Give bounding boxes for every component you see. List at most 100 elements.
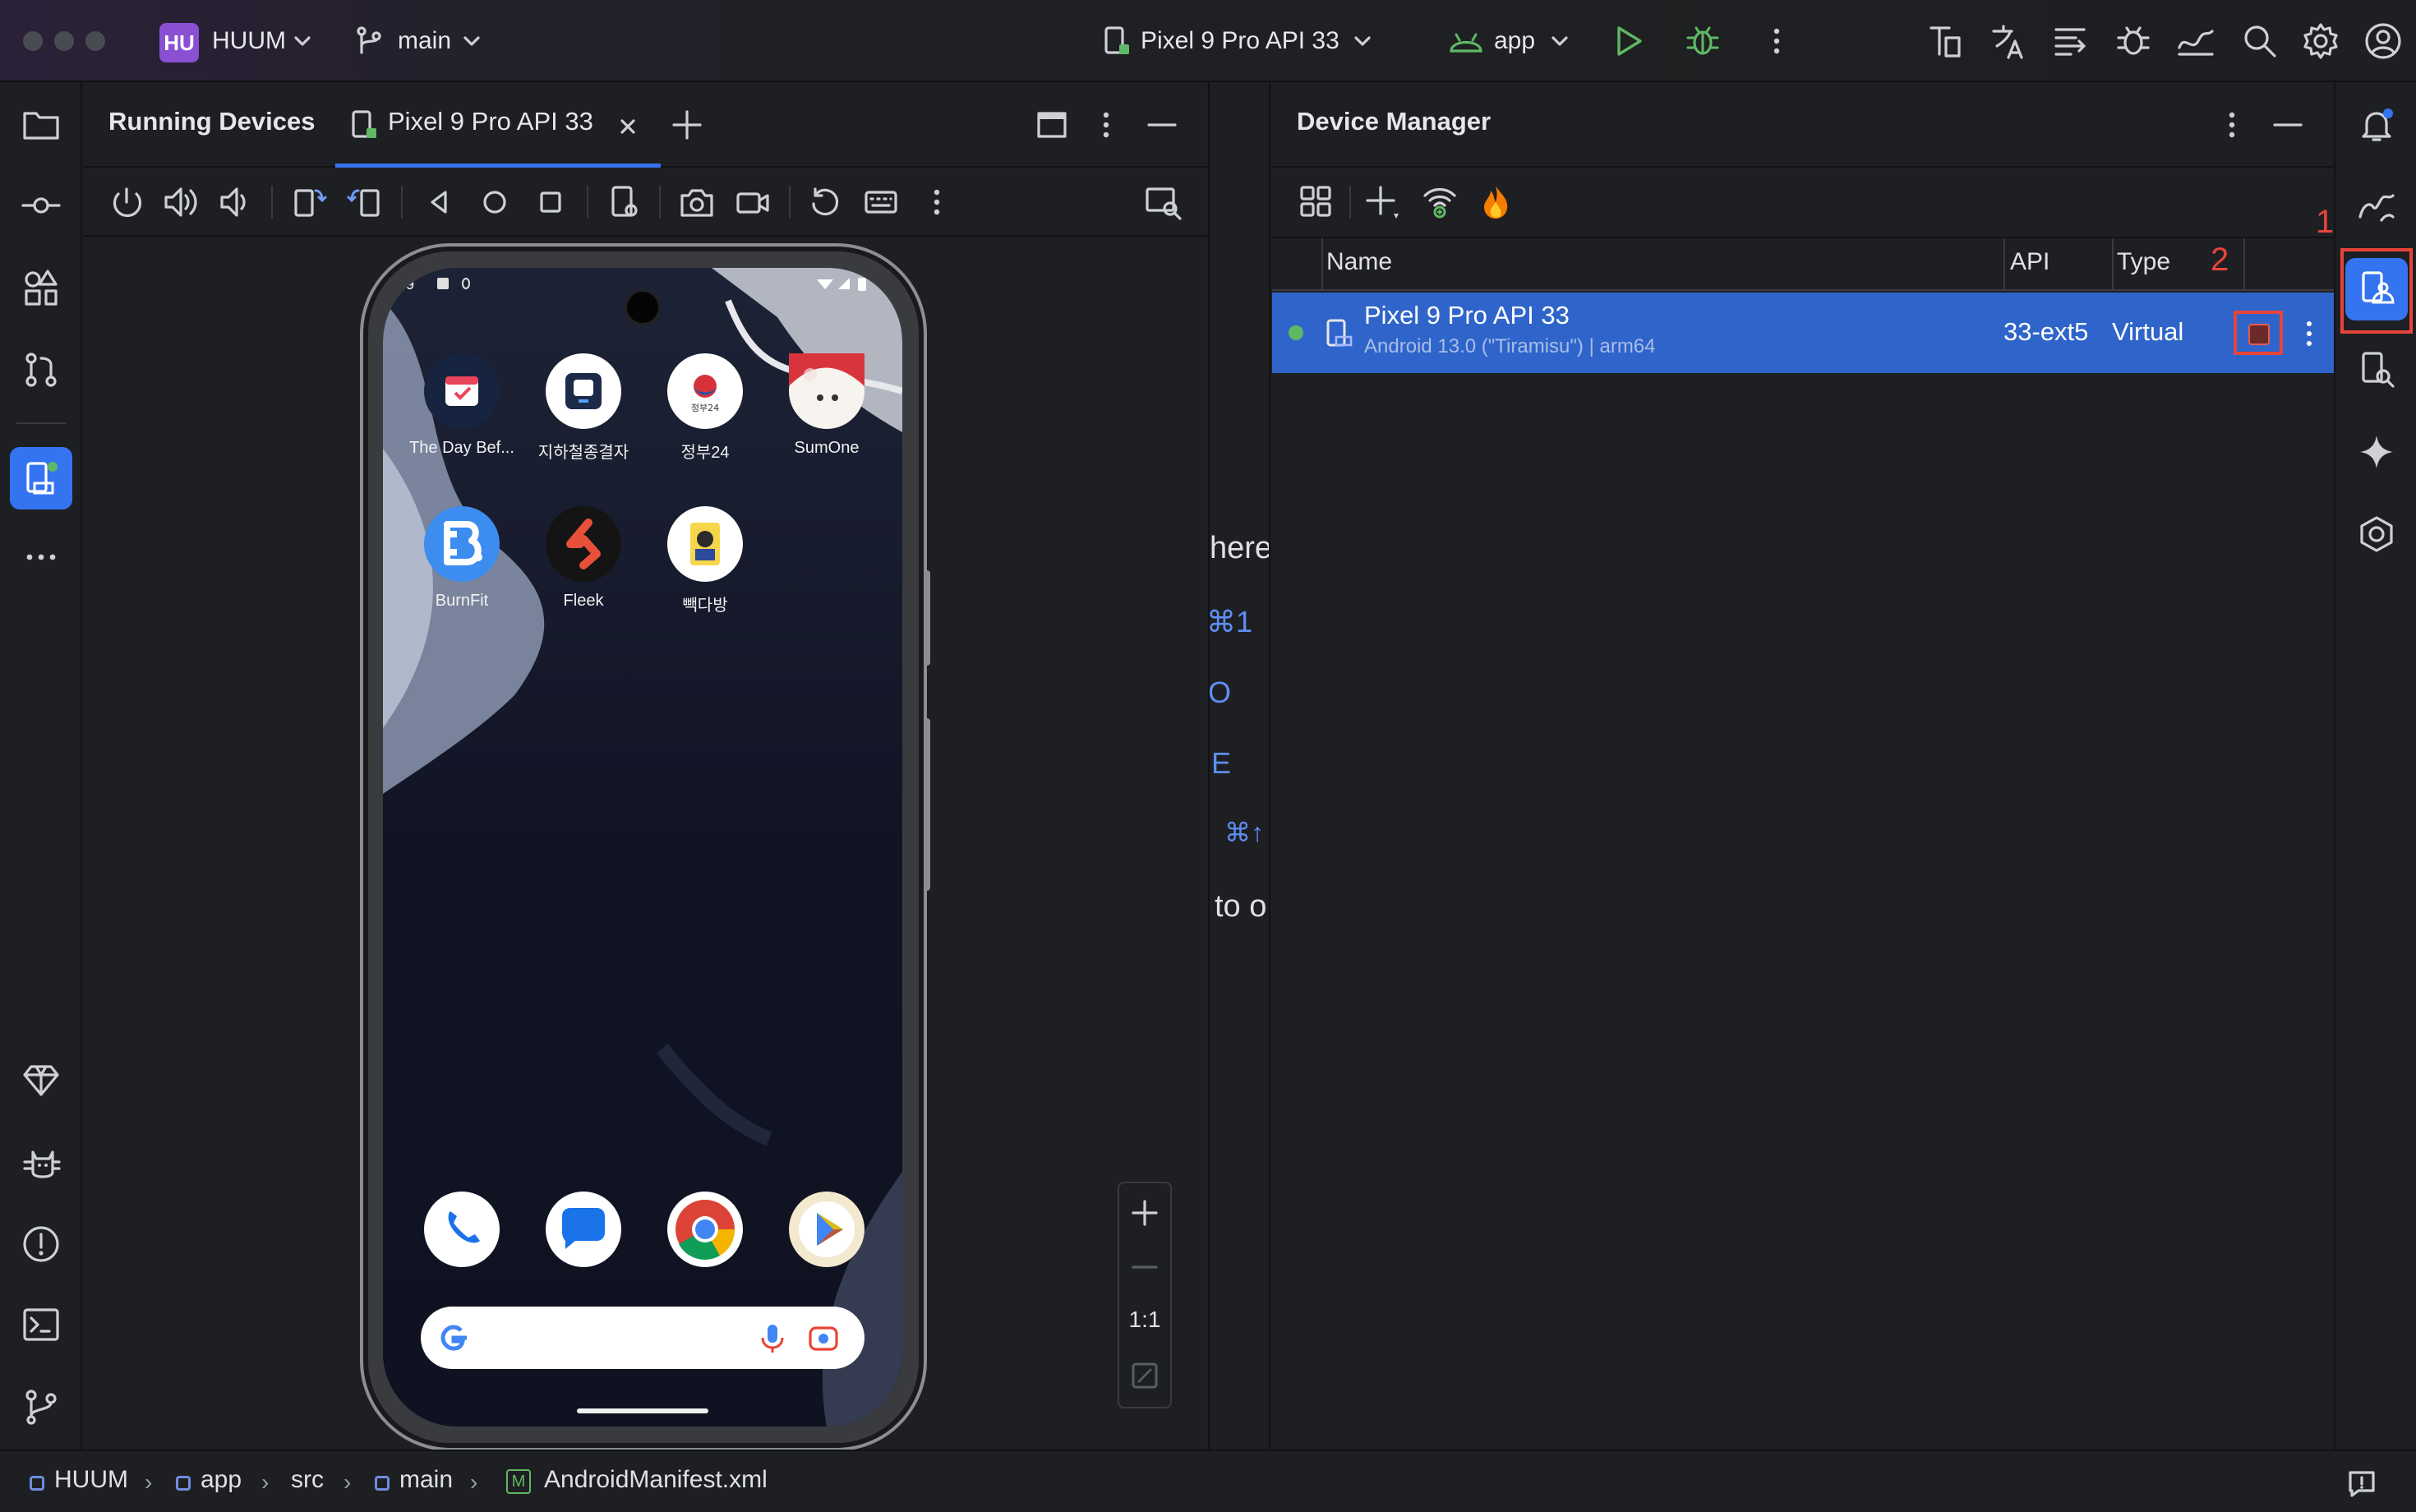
phone-volume-button[interactable] (924, 718, 930, 891)
volume-up-icon[interactable] (161, 182, 201, 222)
rotate-right-icon[interactable] (345, 182, 385, 222)
problems-icon[interactable] (21, 1224, 61, 1264)
window-zoom-button[interactable] (85, 31, 105, 51)
overview-icon[interactable] (531, 182, 570, 222)
back-icon[interactable] (419, 182, 459, 222)
git-icon[interactable] (21, 1387, 61, 1427)
branch-name[interactable]: main (398, 25, 451, 58)
search-icon[interactable] (2240, 21, 2280, 61)
gemini-sparkle-icon[interactable] (2357, 432, 2396, 472)
zoom-actual-size[interactable]: 1:1 (1119, 1307, 1170, 1333)
record-video-icon[interactable] (733, 182, 772, 222)
terminal-icon[interactable] (21, 1305, 61, 1344)
play-store-app-icon[interactable] (789, 1192, 865, 1267)
breadcrumb-item[interactable]: HUUM (54, 1466, 128, 1494)
device-settings-icon[interactable] (605, 182, 644, 222)
fleek-app-icon[interactable] (546, 506, 621, 582)
pair-wifi-icon[interactable] (1420, 182, 1459, 222)
more-vertical-icon[interactable] (917, 182, 957, 222)
screenshot-camera-icon[interactable] (677, 182, 717, 222)
microphone-icon[interactable] (756, 1321, 789, 1354)
more-horizontal-icon[interactable] (21, 537, 61, 577)
window-search-icon[interactable] (1144, 182, 1183, 222)
feedback-icon[interactable] (2345, 1468, 2378, 1500)
resource-manager-icon[interactable] (21, 268, 61, 307)
notifications-bell-icon[interactable] (2357, 105, 2396, 145)
column-header-api[interactable]: API (2010, 248, 2049, 276)
home-indicator[interactable] (577, 1408, 708, 1413)
breadcrumb-item[interactable]: src (291, 1466, 324, 1494)
app-quality-insights-icon[interactable] (2357, 187, 2396, 227)
breadcrumb-item[interactable]: main (399, 1466, 453, 1494)
profiler-icon[interactable] (2176, 21, 2215, 61)
add-device-icon[interactable] (1362, 182, 1402, 222)
sumone-app-icon[interactable] (789, 353, 865, 429)
device-manager-tool-button[interactable] (2345, 258, 2408, 320)
running-devices-tool-button[interactable] (10, 447, 72, 509)
app-label: 지하철종결자 (537, 444, 629, 462)
more-vertical-icon[interactable] (1759, 23, 1795, 59)
breadcrumb-item[interactable]: AndroidManifest.xml (544, 1466, 768, 1494)
rotate-left-icon[interactable] (289, 182, 329, 222)
volume-down-icon[interactable] (215, 182, 255, 222)
column-header-name[interactable]: Name (1326, 248, 1392, 276)
firebase-icon[interactable] (1476, 182, 1515, 222)
phone-side-button[interactable] (924, 570, 930, 666)
left-tool-strip (0, 82, 82, 1450)
window-minimize-button[interactable] (54, 31, 74, 51)
account-icon[interactable] (2363, 21, 2403, 61)
stop-device-button[interactable] (2248, 324, 2270, 345)
group-devices-icon[interactable] (1297, 182, 1336, 222)
window-close-button[interactable] (23, 31, 43, 51)
new-tab-plus-icon[interactable] (669, 107, 705, 143)
power-icon[interactable] (107, 182, 146, 222)
pull-requests-icon[interactable] (21, 350, 61, 390)
device-selector[interactable]: Pixel 9 Pro API 33 (1141, 25, 1339, 58)
emulator-screen[interactable]: 9 The Day Bef... 지하철종결자 정부24 정부24 SumOne… (383, 268, 902, 1427)
messages-app-icon[interactable] (546, 1192, 621, 1267)
subway-app-icon[interactable] (546, 353, 621, 429)
settings-gear-icon[interactable] (2301, 21, 2340, 61)
minimize-panel-icon[interactable] (2270, 107, 2306, 143)
bug-settings-icon[interactable] (2114, 21, 2153, 61)
minimize-panel-icon[interactable] (1144, 107, 1180, 143)
more-vertical-icon[interactable] (1088, 107, 1124, 143)
project-name[interactable]: HUUM (212, 25, 286, 58)
logcat-icon[interactable] (21, 1142, 61, 1182)
reset-icon[interactable] (805, 182, 845, 222)
gradle-plugin-icon[interactable] (2357, 514, 2396, 554)
run-config[interactable]: app (1494, 25, 1535, 58)
more-vertical-icon[interactable] (2214, 107, 2250, 143)
burnfit-app-icon[interactable] (424, 506, 500, 582)
zoom-in-icon[interactable] (1128, 1196, 1161, 1229)
run-icon[interactable] (1611, 23, 1647, 59)
device-row[interactable]: Pixel 9 Pro API 33 Android 13.0 ("Tirami… (1272, 293, 2334, 373)
google-search-bar[interactable] (421, 1307, 865, 1369)
calendar-app-icon[interactable] (424, 353, 500, 429)
lens-camera-icon[interactable] (807, 1321, 840, 1354)
project-badge[interactable]: HU (159, 23, 199, 62)
zoom-out-icon[interactable] (1128, 1251, 1161, 1284)
format-icon[interactable] (2051, 21, 2091, 61)
maximize-window-icon[interactable] (1034, 107, 1070, 143)
commit-icon[interactable] (21, 186, 61, 225)
more-vertical-icon[interactable] (2299, 317, 2319, 350)
chevron-right-icon: › (343, 1469, 352, 1495)
device-explorer-icon[interactable] (1926, 21, 1966, 61)
chrome-app-icon[interactable] (667, 1192, 743, 1267)
close-tab-icon[interactable] (618, 117, 638, 136)
paikdabang-app-icon[interactable] (667, 506, 743, 582)
translate-icon[interactable] (1989, 21, 2028, 61)
home-icon[interactable] (475, 182, 514, 222)
breadcrumb-item[interactable]: app (201, 1466, 242, 1494)
zoom-fit-icon[interactable] (1130, 1361, 1160, 1390)
keyboard-icon[interactable] (861, 182, 901, 222)
device-explorer-icon[interactable] (2357, 350, 2396, 390)
project-folder-icon[interactable] (21, 105, 61, 145)
phone-app-icon[interactable] (424, 1192, 500, 1267)
column-header-type[interactable]: Type (2117, 248, 2170, 276)
gov24-app-icon[interactable]: 정부24 (667, 353, 743, 429)
gem-icon[interactable] (21, 1060, 61, 1099)
tab-device[interactable]: Pixel 9 Pro API 33 (335, 82, 661, 168)
debug-icon[interactable] (1685, 23, 1721, 59)
